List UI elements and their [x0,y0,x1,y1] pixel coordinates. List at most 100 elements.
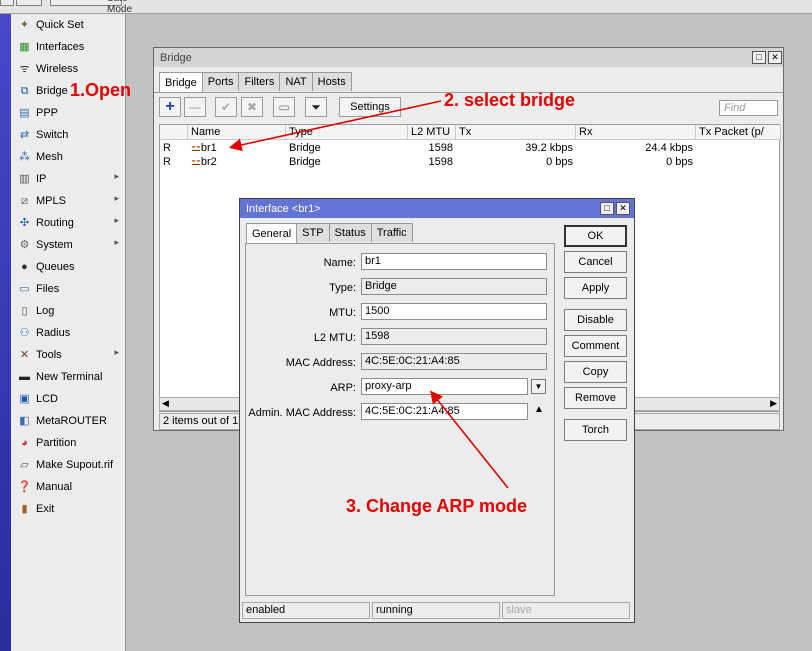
sidebar-item-ip[interactable]: ▥ IP ▸ [11,168,126,190]
apply-button[interactable]: Apply [564,277,627,299]
sidebar-item-radius[interactable]: ⚇ Radius [11,322,126,344]
sidebar-item-ppp[interactable]: ▤ PPP [11,102,126,124]
sidebar-item-partition[interactable]: ◕ Partition [11,432,126,454]
top-toolbar: Safe Mode [0,0,812,15]
tab-general[interactable]: General [246,223,298,243]
sidebar-item-wireless[interactable]: ᯤ Wireless [11,58,126,80]
settings-button[interactable]: Settings [339,97,401,117]
sidebar-item-new-terminal[interactable]: ▬ New Terminal [11,366,126,388]
sidebar-item-system[interactable]: ⚙ System ▸ [11,234,126,256]
name-field[interactable]: br1 [361,253,547,270]
torch-button[interactable]: Torch [564,419,627,441]
cell-rx: 0 bps [666,156,693,168]
safe-mode-button[interactable]: Safe Mode [50,0,132,15]
cell-tx: 0 bps [546,156,573,168]
scroll-right-icon[interactable]: ▶ [770,398,777,409]
sidebar-item-files[interactable]: ▭ Files [11,278,126,300]
undo-button[interactable] [0,0,14,6]
cancel-button[interactable]: Cancel [564,251,627,273]
sidebar-item-switch[interactable]: ⇄ Switch [11,124,126,146]
close-icon[interactable]: ✕ [768,51,782,64]
tab-stp[interactable]: STP [296,223,330,242]
disable-button-dialog[interactable]: Disable [564,309,627,331]
cross-icon: ✖ [246,100,258,114]
sidebar-item-label: Files [36,283,60,295]
column-header[interactable]: Tx [456,125,576,140]
tab-hosts[interactable]: Hosts [311,72,352,91]
filter-button[interactable]: ⏷ [305,97,327,117]
column-header[interactable]: Rx [576,125,696,140]
sidebar-item-mpls[interactable]: ⧄ MPLS ▸ [11,190,126,212]
admin-mac-label: Admin. MAC Address: [248,407,356,419]
column-header[interactable]: Name [188,125,286,140]
sidebar-item-label: Mesh [36,151,63,163]
cell-flag: R [163,142,171,154]
remove-button[interactable]: — [184,97,206,117]
sidebar-item-mesh[interactable]: ⁂ Mesh [11,146,126,168]
cell-rx: 24.4 kbps [645,142,693,154]
arp-select[interactable]: proxy-arp [361,378,528,395]
remove-button-dialog[interactable]: Remove [564,387,627,409]
sidebar-item-label: Quick Set [36,19,84,31]
tab-bridge[interactable]: Bridge [159,72,203,92]
sidebar-item-label: IP [36,173,47,185]
enable-button[interactable]: ✔ [215,97,237,117]
cell-l2mtu: 1598 [428,142,453,154]
system-icon: ⚙ [19,238,30,251]
disable-button[interactable]: ✖ [241,97,263,117]
sidebar-item-label: PPP [36,107,59,119]
sidebar-item-queues[interactable]: ● Queues [11,256,126,278]
tab-ports[interactable]: Ports [201,72,240,91]
add-button[interactable]: + [159,97,181,117]
sidebar-item-routing[interactable]: ✣ Routing ▸ [11,212,126,234]
status-slave: slave [502,602,630,619]
admin-mac-field[interactable]: 4C:5E:0C:21:A4:85 [361,403,528,420]
scroll-left-icon[interactable]: ◀ [162,398,169,409]
interface-window-titlebar[interactable]: Interface <br1> [240,199,634,218]
tab-nat[interactable]: NAT [279,72,313,91]
sidebar-item-label: Manual [36,481,73,493]
sidebar-item-quick-set[interactable]: ✦ Quick Set [11,14,126,36]
sidebar-item-make-supout-rif[interactable]: ▱ Make Supout.rif [11,454,126,476]
sidebar-item-label: Interfaces [36,41,85,53]
table-row[interactable]: R ⚍br2 Bridge 1598 0 bps 0 bps [160,155,779,169]
bridge-interface-icon: ⚍ [191,142,201,154]
sidebar-item-metarouter[interactable]: ◧ MetaROUTER [11,410,126,432]
comment-button-dialog[interactable]: Comment [564,335,627,357]
sidebar-item-log[interactable]: ▯ Log [11,300,126,322]
copy-button[interactable]: Copy [564,361,627,383]
column-header[interactable]: L2 MTU [408,125,456,140]
cell-name: ⚍br2 [188,155,286,169]
tab-traffic[interactable]: Traffic [370,223,413,242]
find-input[interactable]: Find [719,100,778,116]
maximize-icon[interactable]: □ [752,51,766,64]
ip-icon: ▥ [19,172,30,185]
sidebar-item-lcd[interactable]: ▣ LCD [11,388,126,410]
mac-address-label: MAC Address: [285,357,356,369]
comment-button[interactable]: ▭ [273,97,295,117]
interface-close-icon[interactable]: ✕ [616,202,630,215]
log-icon: ▯ [21,304,28,317]
tab-filters[interactable]: Filters [238,72,281,91]
column-header[interactable]: Type [286,125,408,140]
sidebar-item-tools[interactable]: ✕ Tools ▸ [11,344,126,366]
sidebar-item-label: Switch [36,129,69,141]
redo-button[interactable] [16,0,42,6]
column-header[interactable] [160,125,188,140]
interface-maximize-icon[interactable]: □ [600,202,614,215]
sidebar-item-interfaces[interactable]: ▦ Interfaces [11,36,126,58]
ppp-icon: ▤ [19,106,30,119]
ok-button[interactable]: OK [564,225,627,247]
mtu-field[interactable]: 1500 [361,303,547,320]
exit-icon: ▮ [21,502,28,515]
sidebar-item-label: Tools [36,349,62,361]
sidebar-item-exit[interactable]: ▮ Exit [11,498,126,520]
bridge-window-titlebar[interactable]: Bridge [154,48,783,67]
collapse-up-icon[interactable]: ▲ [534,404,544,415]
tab-status[interactable]: Status [328,223,372,242]
sidebar-item-label: Bridge [36,85,68,97]
arp-dropdown-icon[interactable]: ▼ [531,379,546,394]
table-row[interactable]: R ⚍br1 Bridge 1598 39.2 kbps 24.4 kbps [160,141,779,155]
sidebar-item-manual[interactable]: ❓ Manual [11,476,126,498]
column-header[interactable]: Tx Packet (p/ [696,125,781,140]
